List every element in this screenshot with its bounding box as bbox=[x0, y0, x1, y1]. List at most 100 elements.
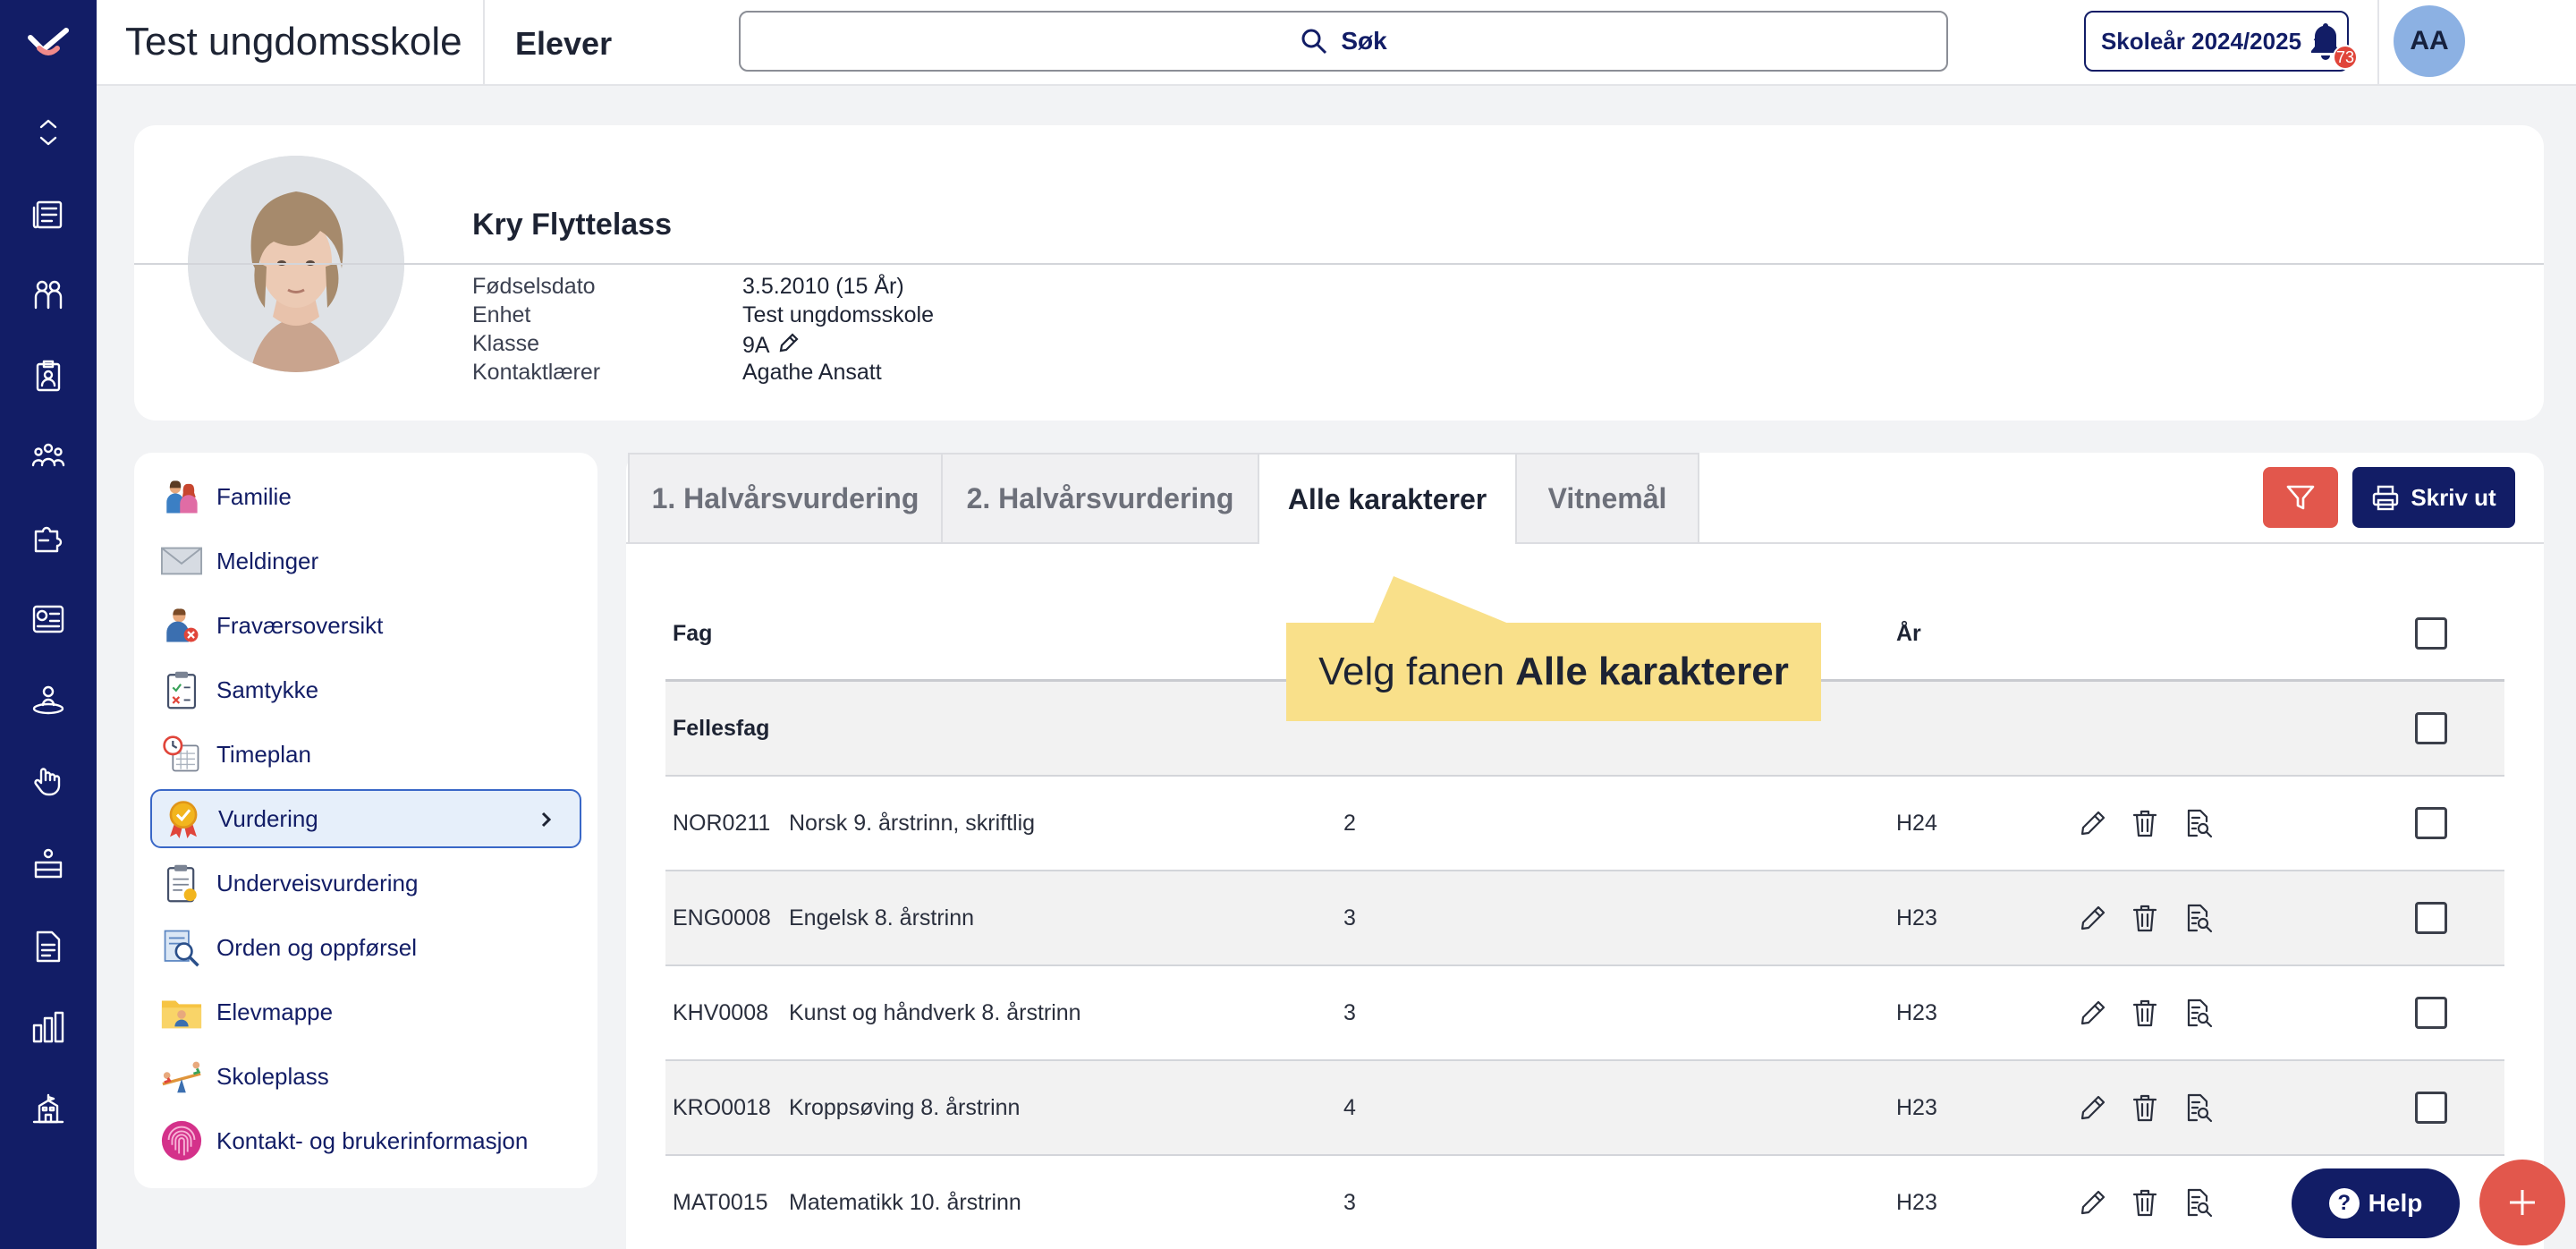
delete-trash-icon[interactable] bbox=[2129, 1092, 2161, 1124]
report-chat-icon[interactable] bbox=[29, 599, 68, 639]
app-logo-icon[interactable] bbox=[27, 25, 70, 61]
tooltip-prefix: Velg fanen bbox=[1318, 650, 1505, 693]
delete-trash-icon[interactable] bbox=[2129, 807, 2161, 839]
badge-icon[interactable] bbox=[29, 356, 68, 395]
edit-pencil-icon[interactable] bbox=[2077, 1092, 2109, 1124]
section-title: Elever bbox=[515, 25, 613, 62]
tab-vitnemal[interactable]: Vitnemål bbox=[1515, 453, 1699, 542]
school-icon[interactable] bbox=[29, 1090, 68, 1129]
menu-item-samtykke[interactable]: Samtykke bbox=[150, 660, 581, 719]
unit-label: Enhet bbox=[472, 302, 531, 327]
menu-item-vurdering[interactable]: Vurdering bbox=[150, 789, 581, 848]
document-search-icon[interactable] bbox=[2182, 1092, 2215, 1124]
news-icon[interactable] bbox=[29, 195, 68, 234]
subject-code: KHV0008 bbox=[673, 999, 769, 1025]
grade-value: 3 bbox=[1343, 999, 1356, 1025]
expand-collapse-icon[interactable] bbox=[29, 113, 68, 152]
search-bar[interactable]: Søk bbox=[739, 11, 1948, 72]
menu-item-elevmappe[interactable]: Elevmappe bbox=[150, 982, 581, 1041]
menu-item-underveisvurdering[interactable]: Underveisvurdering bbox=[150, 854, 581, 913]
person-location-icon[interactable] bbox=[29, 680, 68, 719]
filter-button[interactable] bbox=[2263, 467, 2338, 528]
year-value: H23 bbox=[1896, 999, 1937, 1025]
edit-pencil-icon[interactable] bbox=[2077, 1186, 2109, 1219]
tab-alle-karakterer[interactable]: Alle karakterer bbox=[1258, 453, 1517, 544]
grade-value: 3 bbox=[1343, 905, 1356, 930]
row-checkbox[interactable] bbox=[2415, 997, 2447, 1029]
document-search-icon[interactable] bbox=[2182, 997, 2215, 1029]
menu-item-fravaersoversikt[interactable]: Fraværsoversikt bbox=[150, 596, 581, 655]
select-all-checkbox[interactable] bbox=[2415, 617, 2447, 650]
plus-icon bbox=[2510, 1190, 2535, 1215]
edit-class-pencil-icon[interactable] bbox=[777, 331, 801, 361]
menu-item-kontakt-og-brukerinformasjon[interactable]: Kontakt- og brukerinformasjon bbox=[150, 1111, 581, 1170]
tabs-underline bbox=[626, 542, 2544, 544]
class-label: Klasse bbox=[472, 331, 540, 356]
statistics-icon[interactable] bbox=[29, 1007, 68, 1047]
menu-item-meldinger[interactable]: Meldinger bbox=[150, 531, 581, 591]
edit-pencil-icon[interactable] bbox=[2077, 997, 2109, 1029]
subject-code: ENG0008 bbox=[673, 905, 771, 930]
search-label: Søk bbox=[1341, 27, 1387, 55]
grade-value: 2 bbox=[1343, 810, 1356, 836]
profile-divider bbox=[134, 263, 2544, 265]
menu-item-orden-og-oppforsel[interactable]: Orden og oppførsel bbox=[150, 918, 581, 977]
group-checkbox[interactable] bbox=[2415, 712, 2447, 744]
edit-pencil-icon[interactable] bbox=[2077, 902, 2109, 934]
grade-value: 4 bbox=[1343, 1094, 1356, 1120]
tab-halvarsvurdering-2[interactable]: 2. Halvårsvurdering bbox=[941, 453, 1259, 542]
column-header-subject: Fag bbox=[673, 620, 713, 646]
calendar-clock-icon bbox=[159, 732, 204, 777]
menu-label: Timeplan bbox=[216, 740, 311, 768]
help-question-icon: ? bbox=[2328, 1188, 2360, 1219]
topbar-divider bbox=[483, 0, 485, 86]
year-value: H23 bbox=[1896, 1094, 1937, 1120]
unit-value: Test ungdomsskole bbox=[742, 302, 935, 327]
document-icon[interactable] bbox=[29, 927, 68, 966]
desk-icon[interactable] bbox=[29, 845, 68, 884]
seesaw-icon bbox=[159, 1054, 204, 1099]
year-value: H23 bbox=[1896, 905, 1937, 930]
family-icon bbox=[159, 474, 204, 519]
table-row: ENG0008 Engelsk 8. årstrinn 3 H23 bbox=[665, 871, 2504, 966]
row-checkbox[interactable] bbox=[2415, 1092, 2447, 1124]
notification-count-badge: 73 bbox=[2333, 45, 2358, 70]
student-name: Kry Flyttelass bbox=[472, 208, 672, 242]
add-fab-button[interactable] bbox=[2479, 1160, 2565, 1245]
row-checkbox[interactable] bbox=[2415, 902, 2447, 934]
subject-code: KRO0018 bbox=[673, 1094, 771, 1120]
edit-pencil-icon[interactable] bbox=[2077, 807, 2109, 839]
document-search-icon[interactable] bbox=[2182, 807, 2215, 839]
menu-item-familie[interactable]: Familie bbox=[150, 467, 581, 526]
class-value-group: 9A bbox=[742, 331, 801, 361]
tab-halvarsvurdering-1[interactable]: 1. Halvårsvurdering bbox=[628, 453, 943, 542]
delete-trash-icon[interactable] bbox=[2129, 1186, 2161, 1219]
menu-item-skoleplass[interactable]: Skoleplass bbox=[150, 1047, 581, 1106]
subject-name: Kroppsøving 8. årstrinn bbox=[789, 1094, 1021, 1120]
print-label: Skriv ut bbox=[2411, 483, 2496, 511]
groups-icon[interactable] bbox=[29, 437, 68, 476]
top-bar: Test ungdomsskole Elever Søk Skoleår 202… bbox=[97, 0, 2576, 86]
menu-label: Underveisvurdering bbox=[216, 869, 419, 896]
print-button[interactable]: Skriv ut bbox=[2352, 467, 2515, 528]
document-search-icon[interactable] bbox=[2182, 1186, 2215, 1219]
document-search-icon[interactable] bbox=[2182, 902, 2215, 934]
help-button[interactable]: ? Help bbox=[2292, 1168, 2460, 1238]
table-row: NOR0211 Norsk 9. årstrinn, skriftlig 2 H… bbox=[665, 777, 2504, 871]
birthdate-label: Fødselsdato bbox=[472, 274, 596, 299]
puzzle-icon[interactable] bbox=[29, 519, 68, 558]
menu-label: Elevmappe bbox=[216, 998, 334, 1025]
user-avatar[interactable]: AA bbox=[2394, 5, 2465, 77]
clipboard-assessment-icon bbox=[159, 861, 204, 905]
subject-code: NOR0211 bbox=[673, 810, 771, 836]
subject-name: Kunst og håndverk 8. årstrinn bbox=[789, 999, 1081, 1025]
row-checkbox[interactable] bbox=[2415, 807, 2447, 839]
delete-trash-icon[interactable] bbox=[2129, 997, 2161, 1029]
envelope-icon bbox=[159, 539, 204, 583]
class-value: 9A bbox=[742, 333, 770, 358]
students-icon[interactable] bbox=[29, 276, 68, 315]
delete-trash-icon[interactable] bbox=[2129, 902, 2161, 934]
menu-item-timeplan[interactable]: Timeplan bbox=[150, 725, 581, 784]
hand-raise-icon[interactable] bbox=[29, 762, 68, 802]
column-header-year: År bbox=[1896, 620, 1921, 646]
